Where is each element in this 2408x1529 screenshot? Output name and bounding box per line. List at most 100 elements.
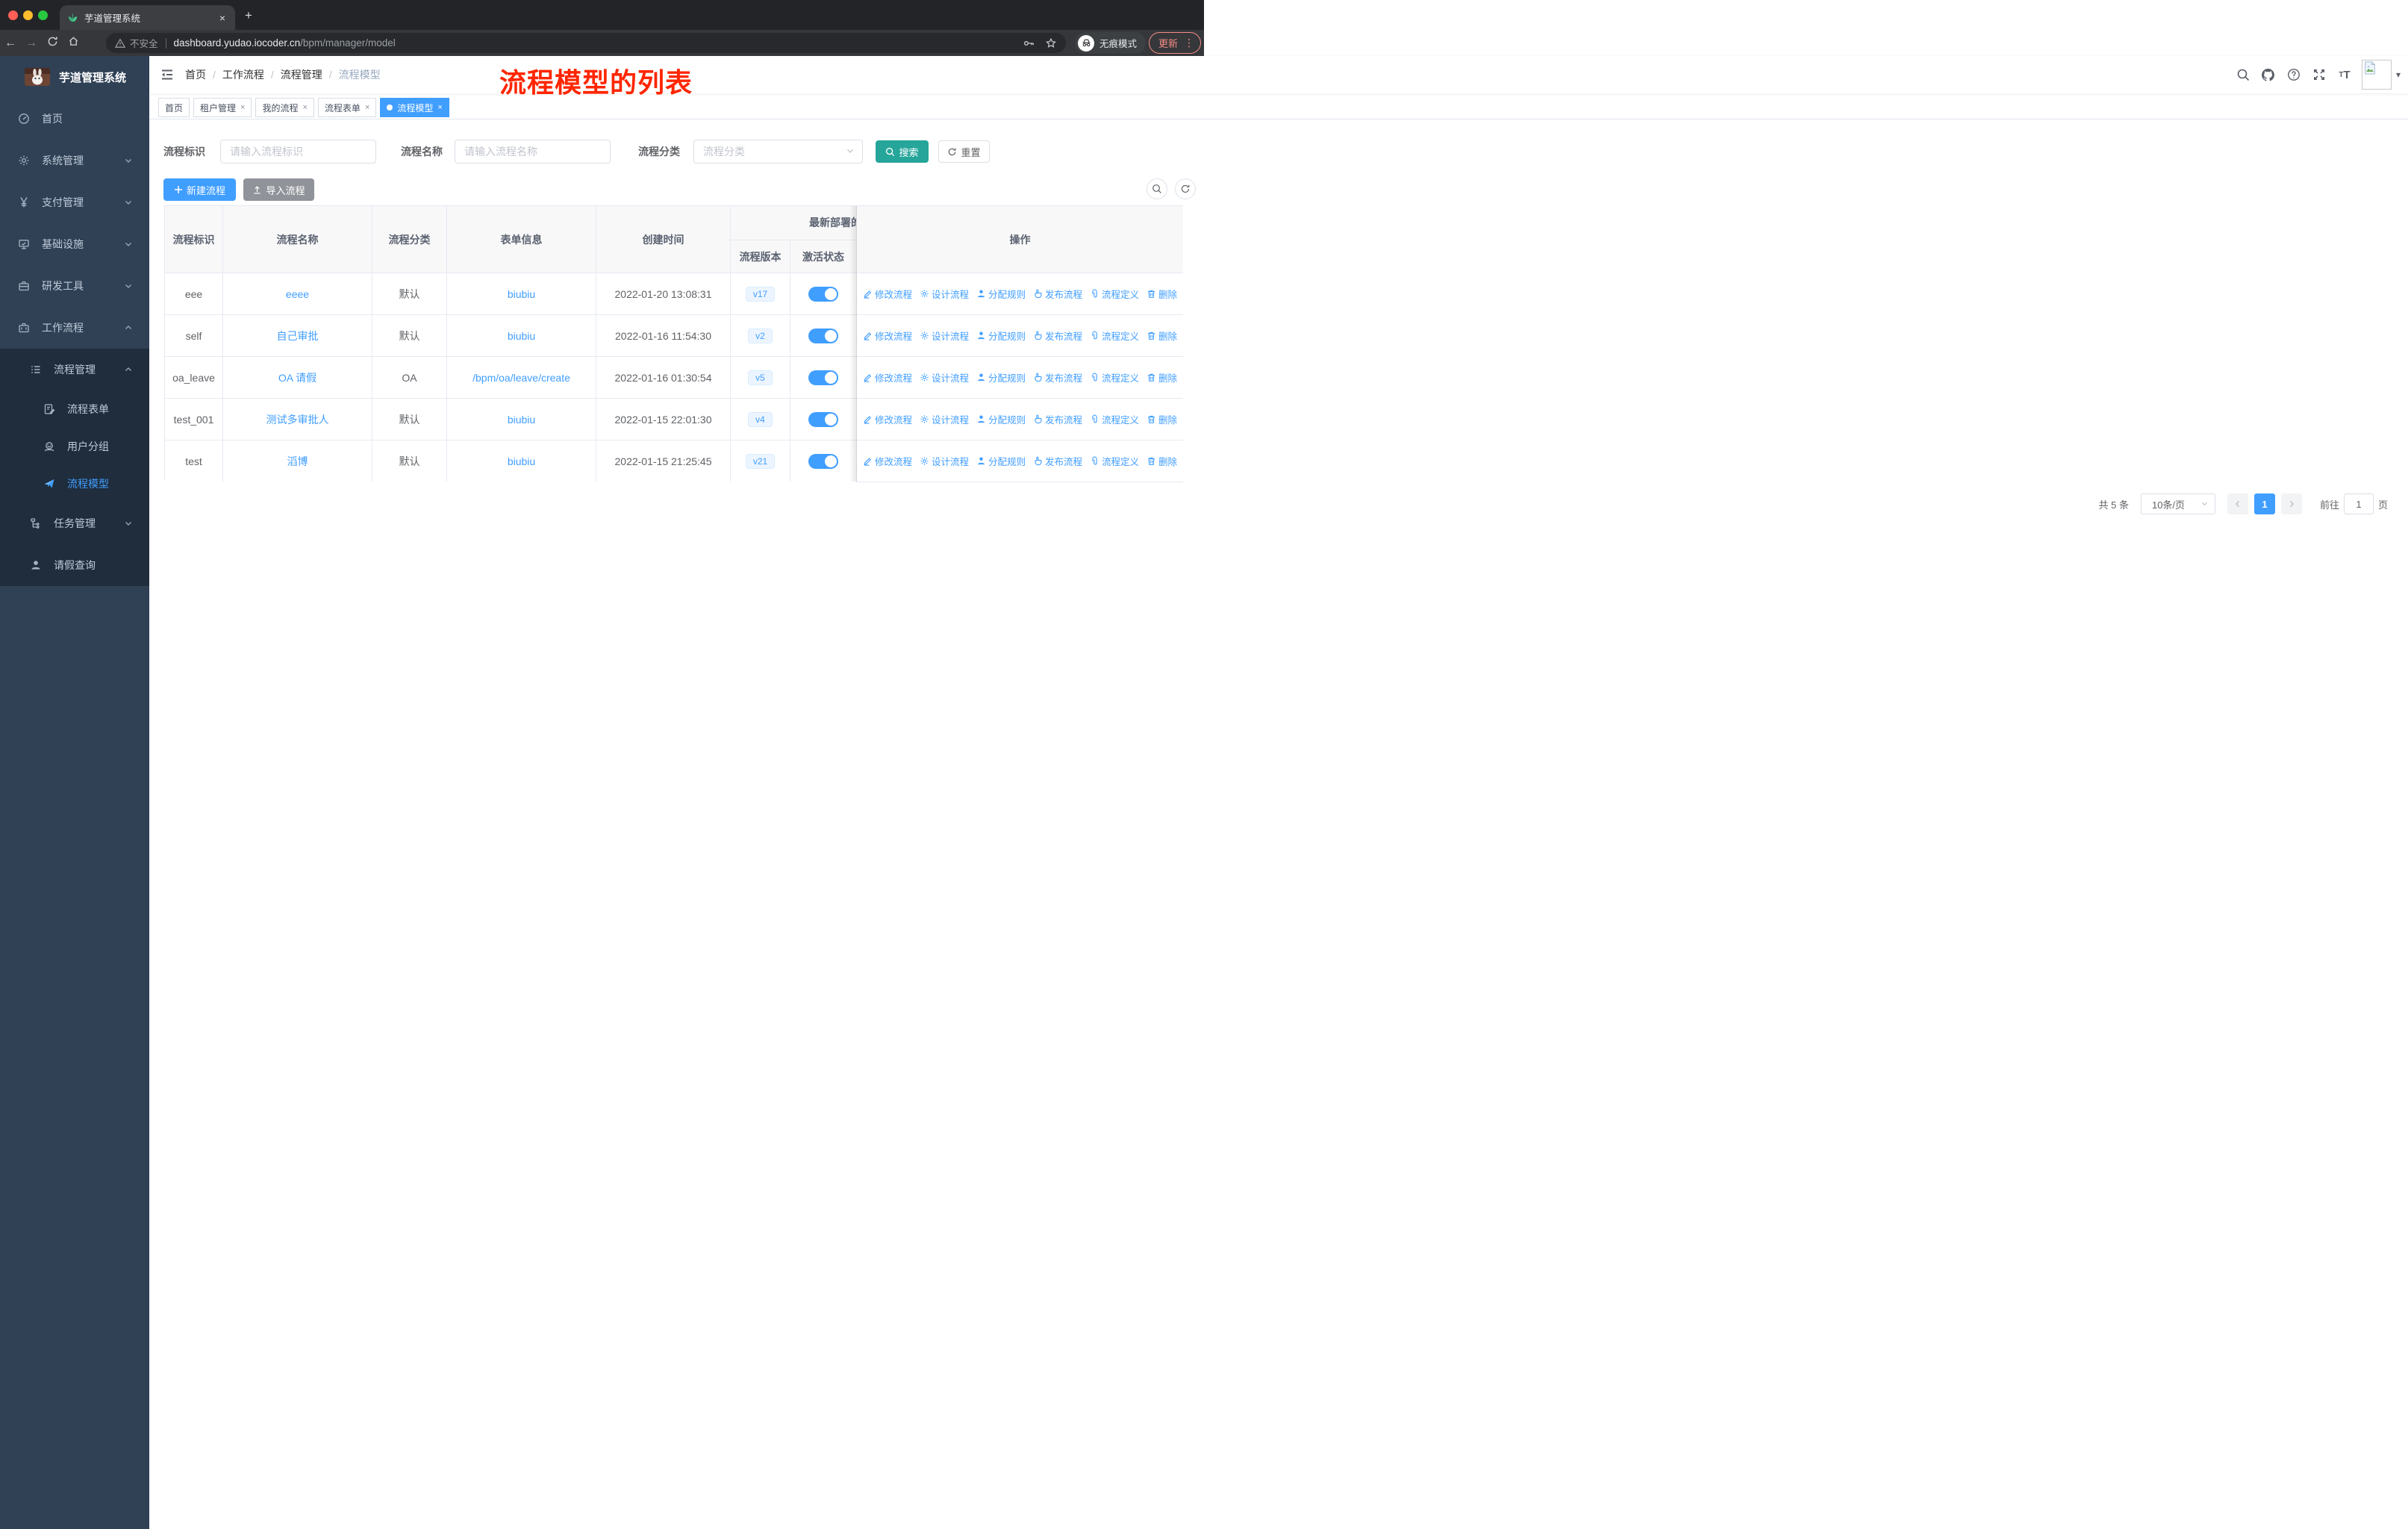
sidebar-item-devtools[interactable]: 研发工具	[0, 265, 149, 307]
next-page-button[interactable]	[2280, 493, 2302, 514]
action-publish-link[interactable]: 发布流程	[1033, 287, 1082, 301]
tag-close-icon[interactable]: ×	[240, 103, 245, 112]
active-toggle[interactable]	[808, 328, 838, 343]
action-publish-link[interactable]: 发布流程	[1033, 454, 1082, 468]
sidebar-item-task-management[interactable]: 任务管理	[0, 502, 149, 544]
breadcrumb-item[interactable]: 流程管理	[281, 67, 322, 82]
page-size-select[interactable]: 10条/页	[2140, 493, 2215, 514]
form-info-link[interactable]: biubiu	[508, 330, 535, 342]
toolbar-search-toggle-button[interactable]	[1147, 178, 1167, 199]
browser-tab[interactable]: 芋道管理系统 ×	[60, 5, 235, 30]
active-toggle[interactable]	[808, 370, 838, 385]
active-toggle[interactable]	[808, 453, 838, 469]
category-select[interactable]: 流程分类	[693, 140, 863, 164]
fullscreen-icon[interactable]	[2306, 68, 2332, 81]
window-zoom-button[interactable]	[38, 10, 48, 20]
version-badge[interactable]: v17	[745, 286, 776, 302]
bookmark-star-icon[interactable]	[1045, 37, 1057, 49]
browser-menu-icon[interactable]: ⋮	[1184, 37, 1194, 49]
tag-process-model[interactable]: 流程模型 ×	[380, 98, 449, 117]
action-design-link[interactable]: 设计流程	[920, 412, 969, 426]
breadcrumb-item[interactable]: 首页	[185, 67, 206, 82]
form-info-link[interactable]: biubiu	[508, 414, 535, 426]
create-process-button[interactable]: 新建流程	[163, 178, 236, 201]
process-id-input[interactable]	[220, 140, 376, 164]
github-icon[interactable]	[2256, 68, 2281, 82]
tag-close-icon[interactable]: ×	[437, 103, 442, 112]
tag-close-icon[interactable]: ×	[302, 103, 307, 112]
breadcrumb-item[interactable]: 工作流程	[222, 67, 264, 82]
form-info-link[interactable]: biubiu	[508, 288, 535, 300]
action-publish-link[interactable]: 发布流程	[1033, 328, 1082, 343]
sidebar-item-user-group[interactable]: 用户分组	[0, 428, 149, 465]
version-badge[interactable]: v5	[748, 370, 773, 385]
toolbar-refresh-button[interactable]	[1175, 178, 1196, 199]
tag-tenant[interactable]: 租户管理 ×	[193, 98, 252, 117]
action-assign-link[interactable]: 分配规则	[976, 412, 1026, 426]
sidebar-item-process-management[interactable]: 流程管理	[0, 349, 149, 390]
sidebar-item-system[interactable]: 系统管理	[0, 140, 149, 181]
process-name-link[interactable]: 测试多审批人	[266, 412, 329, 427]
tag-close-icon[interactable]: ×	[365, 103, 369, 112]
forward-icon[interactable]: →	[21, 37, 42, 50]
form-info-link[interactable]: biubiu	[508, 455, 535, 467]
new-tab-button[interactable]: +	[245, 9, 252, 22]
reset-button[interactable]: 重置	[938, 140, 990, 163]
help-icon[interactable]	[2281, 68, 2306, 81]
sidebar-toggle-icon[interactable]	[160, 67, 175, 82]
process-name-link[interactable]: 自己审批	[277, 328, 319, 343]
process-name-input[interactable]	[455, 140, 611, 164]
active-toggle[interactable]	[808, 411, 838, 427]
action-definition-link[interactable]: 流程定义	[1090, 328, 1139, 343]
url-bar[interactable]: 不安全 dashboard.yudao.iocoder.cn/bpm/manag…	[106, 33, 1066, 53]
window-close-button[interactable]	[8, 10, 18, 20]
active-toggle[interactable]	[808, 286, 838, 302]
action-definition-link[interactable]: 流程定义	[1090, 454, 1139, 468]
caret-down-icon[interactable]: ▾	[2396, 69, 2401, 80]
action-design-link[interactable]: 设计流程	[920, 287, 969, 301]
tab-close-icon[interactable]: ×	[217, 12, 228, 24]
action-delete-link[interactable]: 删除	[1147, 287, 1177, 301]
sidebar-item-leave-query[interactable]: 请假查询	[0, 544, 149, 586]
sidebar-item-process-model[interactable]: 流程模型	[0, 465, 149, 502]
action-delete-link[interactable]: 删除	[1147, 328, 1177, 343]
version-badge[interactable]: v4	[748, 411, 773, 427]
sidebar-item-process-form[interactable]: 流程表单	[0, 390, 149, 428]
current-page-button[interactable]: 1	[2253, 493, 2275, 514]
home-icon[interactable]	[63, 36, 84, 51]
action-definition-link[interactable]: 流程定义	[1090, 287, 1139, 301]
reload-icon[interactable]	[42, 36, 63, 51]
sidebar-item-workflow[interactable]: 工作流程	[0, 307, 149, 349]
action-delete-link[interactable]: 删除	[1147, 412, 1177, 426]
process-name-link[interactable]: 滔博	[287, 454, 308, 469]
action-modify-link[interactable]: 修改流程	[863, 287, 912, 301]
action-assign-link[interactable]: 分配规则	[976, 287, 1026, 301]
goto-page-input[interactable]	[2343, 493, 2374, 514]
avatar[interactable]	[2361, 60, 2392, 90]
version-badge[interactable]: v21	[745, 453, 776, 469]
sidebar-item-infrastructure[interactable]: 基础设施	[0, 223, 149, 265]
sidebar-item-payment[interactable]: 支付管理	[0, 181, 149, 223]
action-publish-link[interactable]: 发布流程	[1033, 412, 1082, 426]
action-modify-link[interactable]: 修改流程	[863, 454, 912, 468]
action-design-link[interactable]: 设计流程	[920, 328, 969, 343]
password-key-icon[interactable]	[1023, 37, 1035, 49]
action-publish-link[interactable]: 发布流程	[1033, 370, 1082, 384]
tag-process-form[interactable]: 流程表单 ×	[317, 98, 377, 117]
action-modify-link[interactable]: 修改流程	[863, 412, 912, 426]
process-name-link[interactable]: OA 请假	[278, 370, 316, 385]
version-badge[interactable]: v2	[748, 328, 773, 343]
action-definition-link[interactable]: 流程定义	[1090, 412, 1139, 426]
search-button[interactable]: 搜索	[876, 140, 929, 163]
action-modify-link[interactable]: 修改流程	[863, 370, 912, 384]
sidebar-item-home[interactable]: 首页	[0, 98, 149, 140]
process-name-link[interactable]: eeee	[286, 288, 309, 300]
update-button[interactable]: 更新 ⋮	[1149, 32, 1202, 54]
tag-my-process[interactable]: 我的流程 ×	[255, 98, 314, 117]
font-size-icon[interactable]: TT	[2332, 69, 2357, 81]
form-info-link[interactable]: /bpm/oa/leave/create	[472, 372, 570, 384]
tag-home[interactable]: 首页	[158, 98, 190, 117]
prev-page-button[interactable]	[2227, 493, 2248, 514]
search-icon[interactable]	[2230, 68, 2256, 81]
action-definition-link[interactable]: 流程定义	[1090, 370, 1139, 384]
